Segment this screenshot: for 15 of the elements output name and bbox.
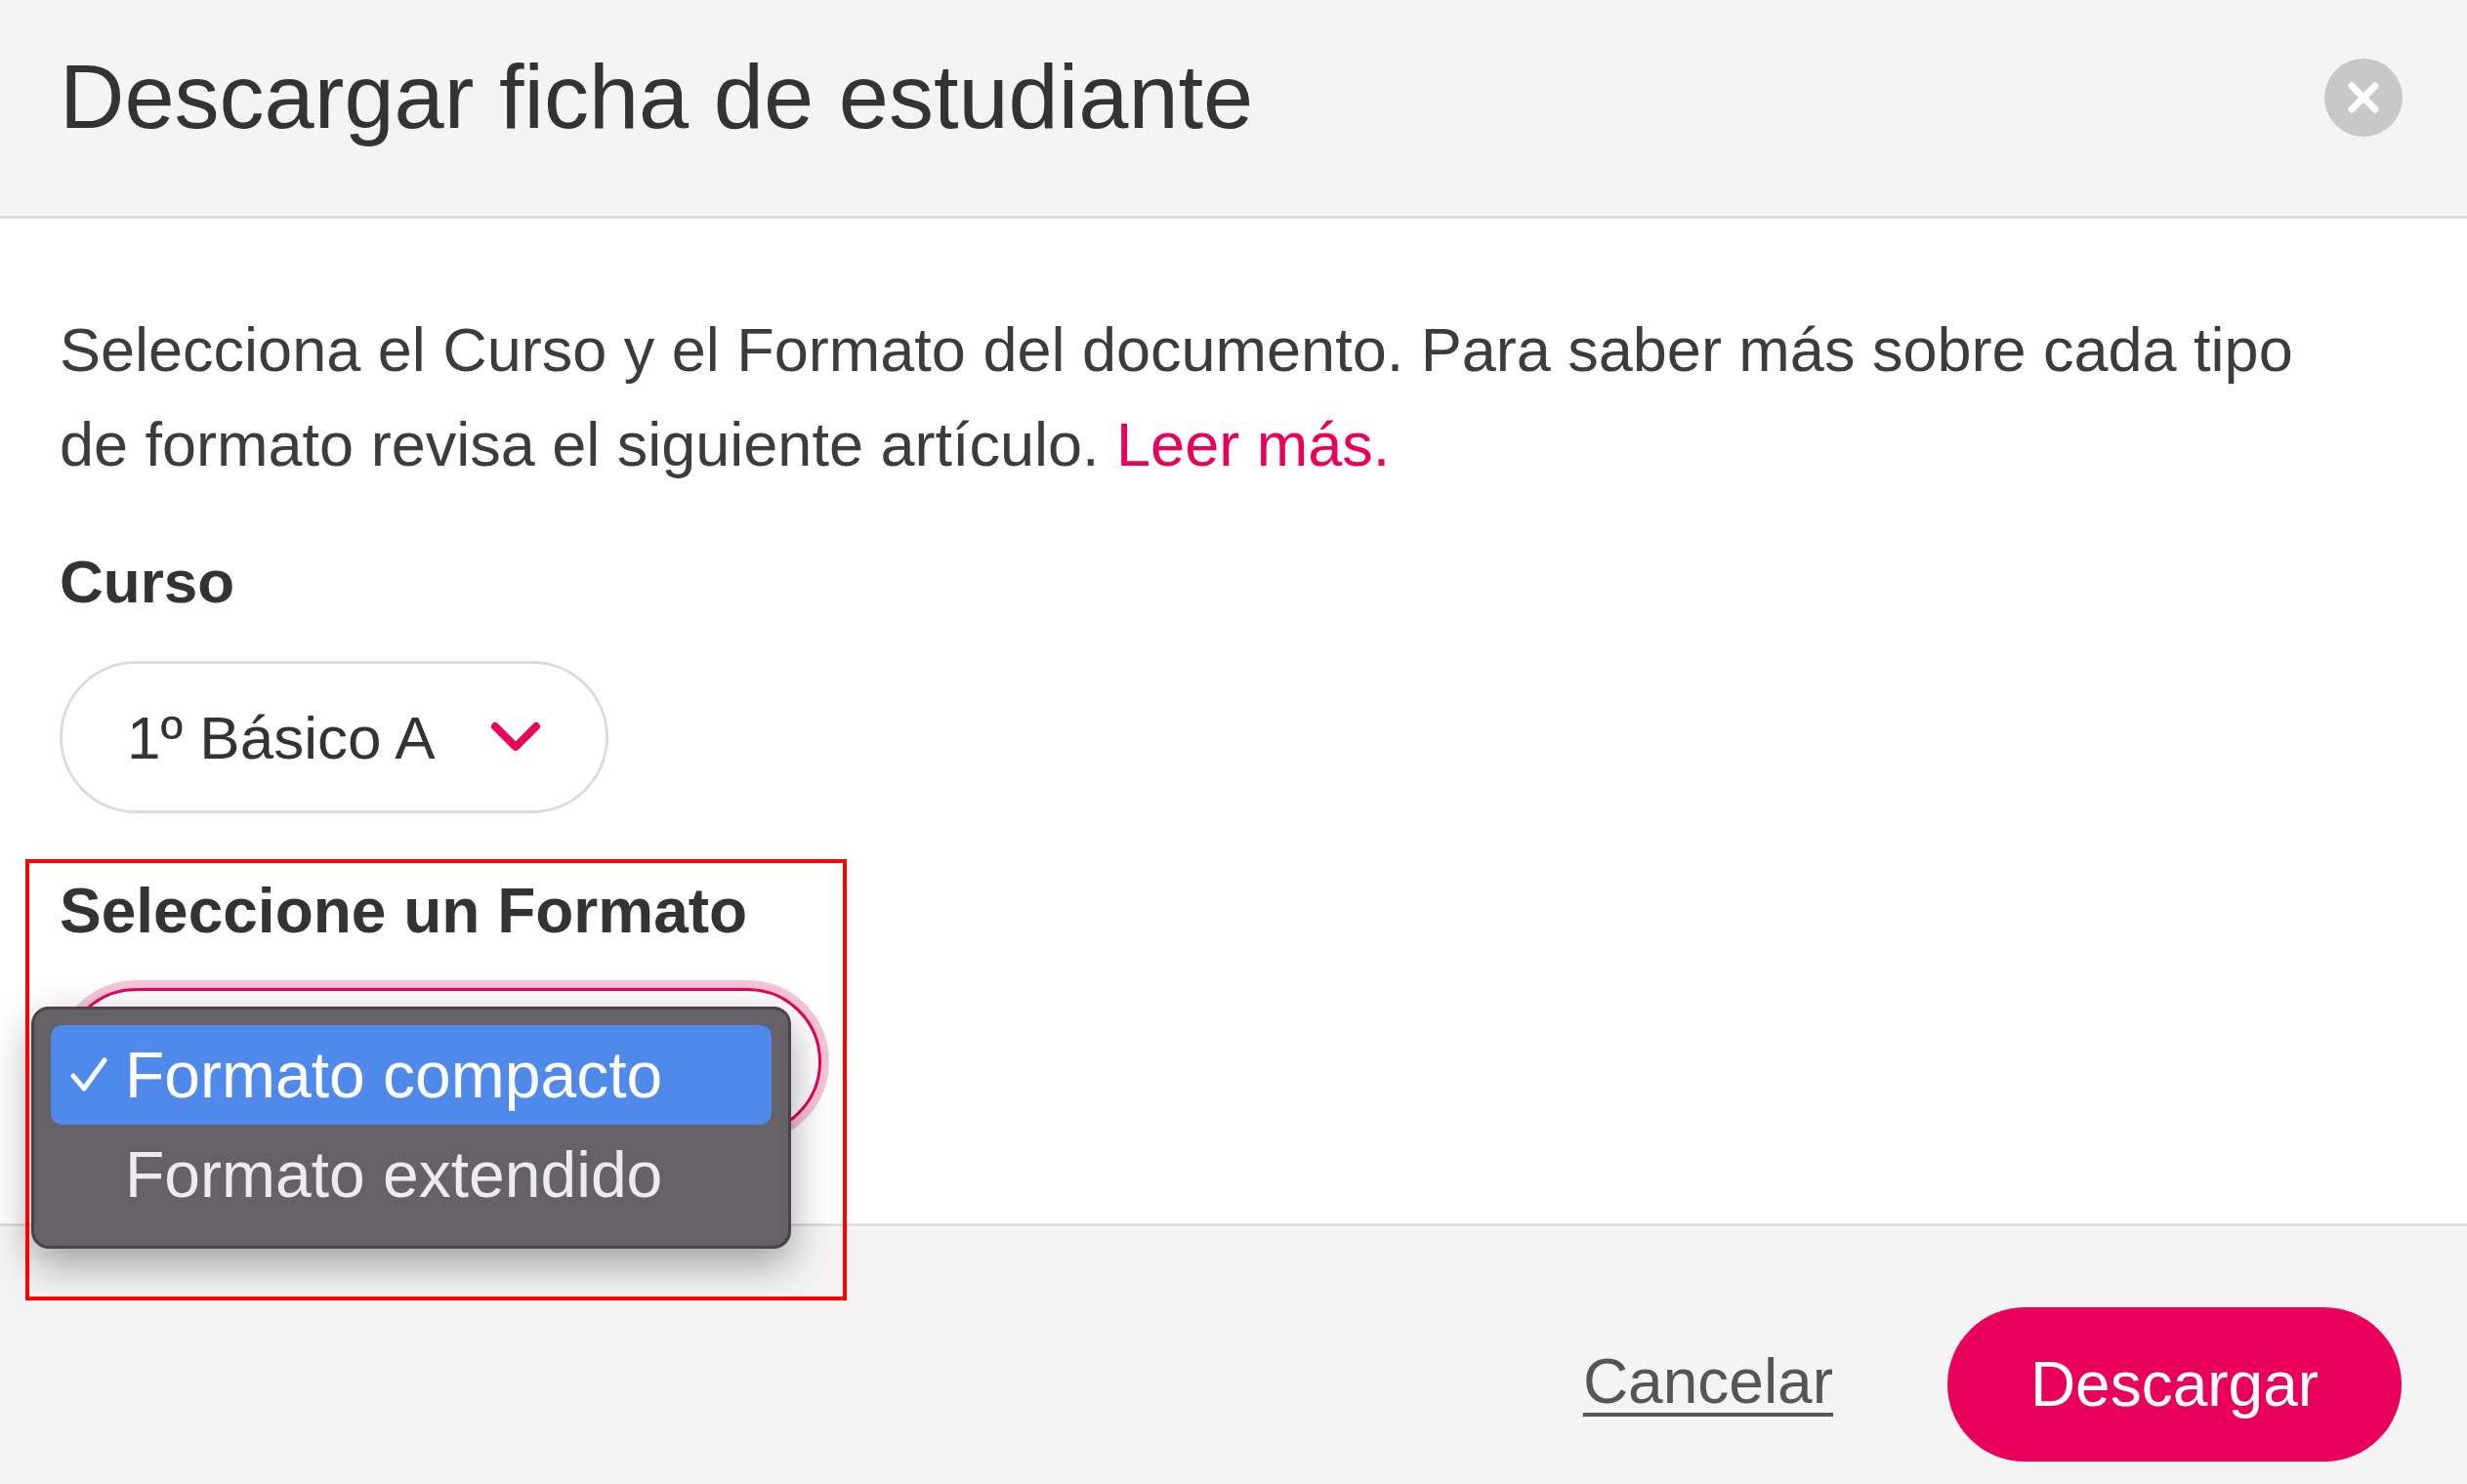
dropdown-option[interactable]: Formato extendido [51, 1125, 772, 1224]
course-label: Curso [60, 547, 235, 617]
description-text: Selecciona el Curso y el Formato del documento. Para saber más sobre cada tipo de formato revisa el siguiente artículo. Leer más. [60, 314, 2294, 480]
check-icon [70, 1057, 107, 1092]
chevron-down-icon [489, 721, 541, 753]
close-button[interactable] [2324, 58, 2403, 137]
close-icon [2324, 58, 2403, 137]
read-more-link[interactable]: Leer más. [1116, 410, 1391, 478]
course-select[interactable]: 1º Básico A [60, 661, 608, 813]
dialog-title: Descargar ficha de estudiante [60, 46, 1254, 149]
cancel-link[interactable]: Cancelar [1582, 1342, 1833, 1426]
download-button[interactable]: Descargar [1947, 1307, 2402, 1462]
dropdown-option[interactable]: Formato compacto [51, 1025, 772, 1125]
format-label: Seleccione un Formato [60, 876, 748, 946]
course-value: 1º Básico A [127, 702, 436, 773]
